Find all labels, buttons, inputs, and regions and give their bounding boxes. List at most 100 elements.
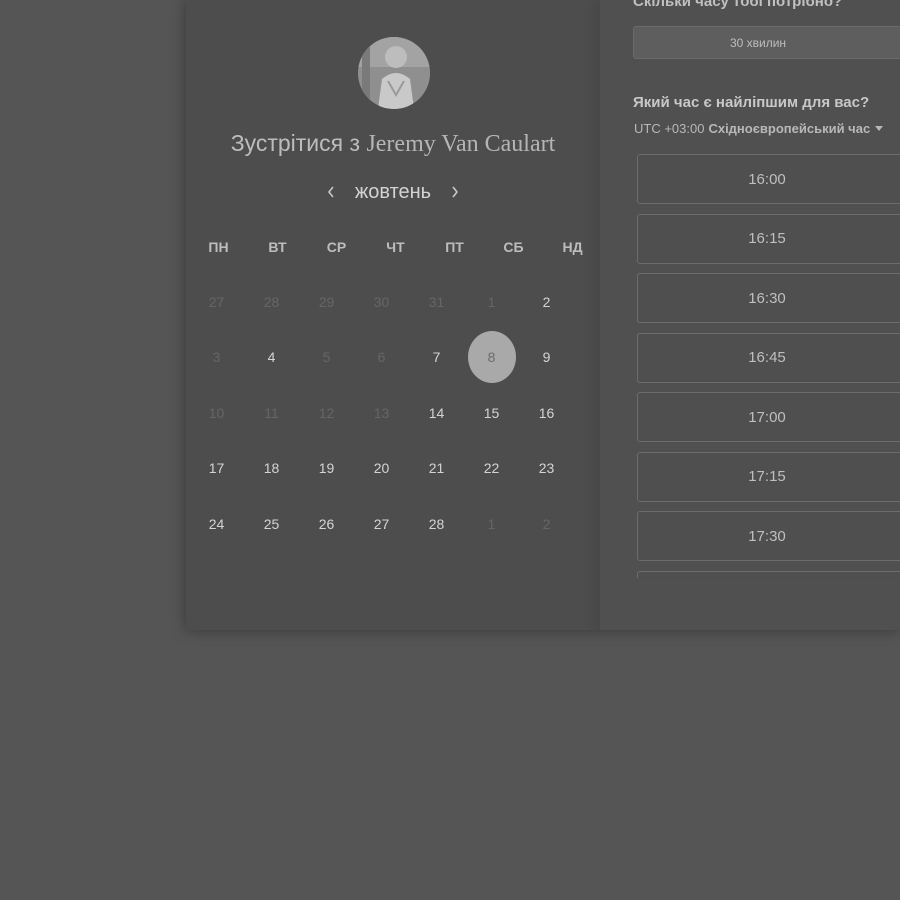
page-title: Зустрітися з Jeremy Van Caulart: [186, 130, 600, 158]
time-question: Який час є найліпшим для вас?: [633, 94, 870, 111]
weekday-header: ПН ВТ СР ЧТ ПТ СБ НД: [189, 236, 601, 258]
calendar-grid: 27 28 29 30 31 1 2 3 4 5 6 7 8 9 10 11 12 13 14 15 16 17 18 19 2…: [189, 274, 601, 552]
host-photo: [358, 37, 430, 109]
day-cell[interactable]: 18: [244, 441, 299, 497]
day-number: 18: [263, 460, 280, 477]
host-name: Jeremy Van Caulart: [366, 131, 556, 157]
day-cell[interactable]: 28: [409, 496, 464, 552]
day-cell[interactable]: 27: [354, 496, 409, 552]
day-number: 15: [483, 404, 500, 421]
day-number: 17: [208, 460, 225, 477]
day-cell[interactable]: 7: [409, 330, 464, 386]
day-cell: 28: [244, 274, 299, 330]
day-number: 26: [318, 515, 335, 532]
day-cell[interactable]: 17: [189, 441, 244, 497]
day-cell[interactable]: 16: [519, 385, 574, 441]
time-slot-button[interactable]: 16:00: [637, 154, 900, 204]
avatar: [358, 37, 430, 109]
day-number: 2: [542, 515, 551, 532]
time-slot-button[interactable]: 17:30: [637, 511, 900, 561]
day-cell: 11: [244, 385, 299, 441]
day-cell[interactable]: 22: [464, 441, 519, 497]
weekday-label: НД: [562, 239, 583, 255]
day-cell: 27: [189, 274, 244, 330]
time-slot-button[interactable]: 16:15: [637, 213, 900, 264]
day-number: 1: [487, 515, 496, 532]
chevron-left-icon[interactable]: [321, 180, 341, 204]
day-cell: 31: [409, 274, 464, 330]
time-slot-button[interactable]: 17:15: [637, 451, 900, 502]
day-number: 8: [487, 349, 496, 366]
day-number: 28: [263, 293, 280, 310]
day-number: 30: [373, 293, 390, 310]
weekday-label: ПН: [208, 239, 229, 255]
day-number: 28: [428, 515, 445, 532]
day-number: 22: [483, 460, 500, 477]
day-number: 5: [322, 349, 331, 366]
day-cell[interactable]: 26: [299, 496, 354, 552]
day-cell[interactable]: 25: [244, 496, 299, 552]
time-panel: Скільки часу тобі потрібно? 30 хвилин Як…: [600, 0, 900, 630]
day-cell: 3: [189, 330, 244, 386]
day-cell: 29: [299, 274, 354, 330]
day-cell[interactable]: 20: [354, 441, 409, 497]
title-prefix: Зустрітися з: [230, 130, 361, 156]
day-cell[interactable]: 15: [464, 385, 519, 441]
day-number: 6: [377, 349, 386, 366]
day-number: 13: [373, 404, 390, 421]
time-slot-button[interactable]: 16:45: [637, 332, 900, 383]
day-cell: 12: [299, 385, 354, 441]
day-number: 21: [428, 460, 445, 477]
weekday-label: ПТ: [445, 239, 464, 255]
time-slot-button[interactable]: 16:30: [637, 273, 900, 323]
day-number: 27: [373, 515, 390, 532]
day-number: 12: [318, 404, 335, 421]
time-slot-button[interactable]: 17:45: [637, 570, 900, 578]
day-cell[interactable]: 4: [244, 330, 299, 386]
day-cell-selected[interactable]: 8: [464, 330, 519, 386]
weekday-label: СБ: [503, 239, 524, 255]
day-number: 20: [373, 460, 390, 477]
day-cell: 1: [464, 496, 519, 552]
day-cell: 13: [354, 385, 409, 441]
time-slot-list[interactable]: 16:00 16:15 16:30 16:45 17:00 17:15 17:30 17:45: [637, 154, 900, 578]
month-navigator: жовтень: [186, 176, 600, 208]
day-number: 11: [264, 404, 279, 421]
month-label: жовтень: [354, 181, 432, 203]
day-number: 2: [542, 293, 551, 310]
day-number: 24: [208, 515, 225, 532]
day-number: 19: [318, 460, 335, 477]
day-number: 23: [538, 460, 555, 477]
day-number: 10: [208, 404, 225, 421]
day-number: 3: [212, 349, 221, 366]
timezone-offset: UTC +03:00: [634, 121, 705, 136]
day-number: 4: [267, 349, 276, 366]
day-cell: 30: [354, 274, 409, 330]
day-number: 31: [428, 293, 445, 310]
day-cell[interactable]: 23: [519, 441, 574, 497]
chevron-right-icon[interactable]: [445, 180, 465, 204]
day-number: 29: [318, 293, 335, 310]
day-cell[interactable]: 21: [409, 441, 464, 497]
duration-select[interactable]: 30 хвилин: [633, 26, 900, 59]
day-cell: 1: [464, 274, 519, 330]
time-slot-button[interactable]: 17:00: [637, 392, 900, 442]
weekday-label: СР: [326, 239, 347, 255]
booking-card: Зустрітися з Jeremy Van Caulart жовтень …: [186, 0, 900, 630]
day-cell[interactable]: 9: [519, 330, 574, 386]
day-cell[interactable]: 2: [519, 274, 574, 330]
timezone-select[interactable]: UTC +03:00 Східноєвропейський час: [634, 121, 884, 136]
day-cell: 5: [299, 330, 354, 386]
duration-question: Скільки часу тобі потрібно?: [633, 0, 843, 10]
day-number: 9: [542, 349, 551, 366]
day-cell: 10: [189, 385, 244, 441]
day-cell[interactable]: 24: [189, 496, 244, 552]
day-number: 7: [432, 349, 441, 366]
calendar-panel: Зустрітися з Jeremy Van Caulart жовтень …: [186, 0, 600, 630]
day-cell[interactable]: 19: [299, 441, 354, 497]
day-number: 14: [428, 404, 445, 421]
day-number: 1: [487, 293, 496, 310]
timezone-name: Східноєвропейський час: [708, 121, 871, 136]
day-cell[interactable]: 14: [409, 385, 464, 441]
weekday-label: ВТ: [268, 239, 287, 255]
